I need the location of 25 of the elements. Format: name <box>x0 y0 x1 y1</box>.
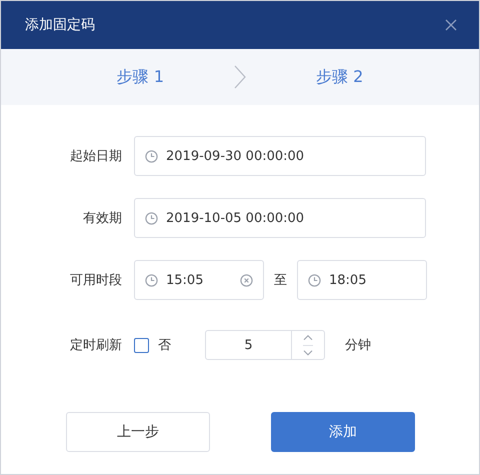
clock-icon <box>145 150 158 162</box>
window-title: 添加固定码 <box>25 16 95 34</box>
checkbox-label: 否 <box>158 337 171 354</box>
field-label: 定时刷新 <box>69 337 123 354</box>
clock-icon <box>145 212 158 224</box>
range-separator: 至 <box>274 272 287 289</box>
date-time-field[interactable]: 2019-10-05 00:00:00 <box>134 198 426 238</box>
clock-icon <box>308 274 321 286</box>
field-label: 可用时段 <box>69 272 123 289</box>
time-field[interactable]: 18:05 <box>297 260 427 300</box>
close-icon[interactable] <box>445 19 457 31</box>
clear-icon[interactable] <box>240 274 253 286</box>
step-label[interactable]: 步骤 2 <box>316 66 364 88</box>
unit-label: 分钟 <box>345 337 371 354</box>
time-field[interactable]: 15:05 <box>134 260 264 300</box>
step-label[interactable]: 步骤 1 <box>116 66 164 88</box>
clock-icon <box>145 274 158 286</box>
date-time-field[interactable]: 2019-09-30 00:00:00 <box>134 136 426 176</box>
add-button[interactable]: 添加 <box>271 412 415 452</box>
chevron-icon <box>234 65 246 89</box>
checkbox[interactable] <box>134 338 149 352</box>
field-label: 有效期 <box>82 210 123 227</box>
number-field[interactable]: 5 <box>205 330 325 360</box>
back-button[interactable]: 上一步 <box>66 412 210 452</box>
field-label: 起始日期 <box>69 148 123 165</box>
